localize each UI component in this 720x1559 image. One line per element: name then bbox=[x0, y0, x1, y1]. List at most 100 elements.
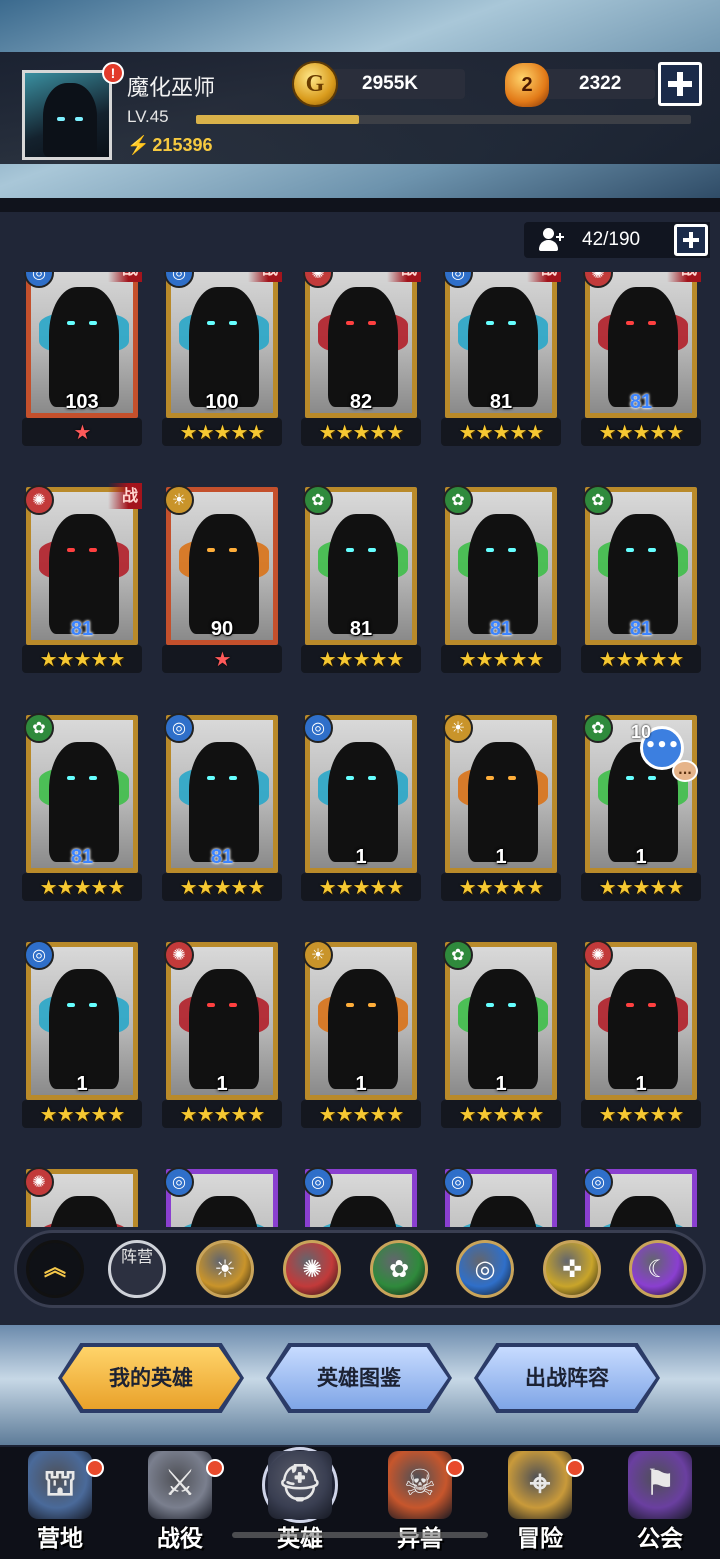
hero-card[interactable]: 100◎战★★★★★ bbox=[162, 272, 282, 448]
hero-level: 1 bbox=[495, 846, 507, 868]
hero-level: 81 bbox=[70, 618, 94, 640]
in-battle-tag: 战 bbox=[108, 483, 142, 509]
nav-label: 冒险 bbox=[517, 1526, 563, 1552]
nature-element-icon: ✿ bbox=[583, 713, 613, 743]
hero-star-rating: ★★★★★ bbox=[179, 875, 266, 899]
nature-element-icon: ✿ bbox=[24, 713, 54, 743]
gem-amount: 2322 bbox=[579, 73, 622, 94]
hero-card[interactable]: 1 ☀ ★★★★★ bbox=[301, 940, 421, 1130]
nav-item-camp[interactable]: ⛫ 营地 bbox=[0, 1447, 120, 1559]
water-element-icon: ◎ bbox=[303, 1167, 333, 1197]
hero-card[interactable]: ◎ bbox=[583, 1167, 697, 1227]
hero-star-rating: ★★★★★ bbox=[598, 875, 685, 899]
faction-filter-nature-icon[interactable]: ✿ bbox=[370, 1240, 428, 1298]
hero-card[interactable]: 81✺战★★★★★ bbox=[581, 272, 701, 448]
gem-currency-icon: 2 bbox=[505, 63, 549, 107]
hero-star-rating: ★★★★★ bbox=[39, 647, 126, 671]
player-level: LV.45 bbox=[127, 107, 169, 126]
hero-card[interactable]: 81 ✿ ★★★★★ bbox=[301, 485, 421, 675]
hero-star-rating: ★★★★★ bbox=[39, 875, 126, 899]
hero-star-rating: ★ bbox=[213, 647, 232, 671]
nav-item-hero[interactable]: ⛑ 英雄 bbox=[240, 1447, 360, 1559]
nav-notification-dot bbox=[446, 1459, 464, 1477]
faction-filter-dark-icon[interactable]: ☾ bbox=[629, 1240, 687, 1298]
hero-level: 81 bbox=[210, 846, 234, 868]
power-icon: ⚡ bbox=[127, 135, 150, 155]
hero-level: 100 bbox=[205, 391, 239, 413]
hero-level: 1 bbox=[635, 846, 647, 868]
hero-card[interactable]: 1 ◎ ★★★★★ bbox=[22, 940, 142, 1130]
hero-star-rating: ★★★★★ bbox=[39, 1102, 126, 1126]
beast-icon: ☠ bbox=[388, 1451, 452, 1519]
hero-card[interactable]: 81◎战★★★★★ bbox=[441, 272, 561, 448]
hero-card[interactable]: 90 ☀ ★ bbox=[162, 485, 282, 675]
hero-level: 1 bbox=[216, 1073, 228, 1095]
water-element-icon: ◎ bbox=[583, 1167, 613, 1197]
nature-element-icon: ✿ bbox=[443, 485, 473, 515]
in-battle-tag: 战 bbox=[667, 272, 701, 282]
nav-item-guild[interactable]: ⚑ 公会 bbox=[600, 1447, 720, 1559]
hero-card[interactable]: 81 ✿ ★★★★★ bbox=[581, 485, 701, 675]
hero-star-rating: ★★★★★ bbox=[458, 420, 545, 444]
in-battle-tag: 战 bbox=[248, 272, 282, 282]
player-avatar[interactable] bbox=[22, 70, 112, 160]
camp-icon: ⛫ bbox=[28, 1451, 92, 1519]
nav-item-campaign[interactable]: ⚔ 战役 bbox=[120, 1447, 240, 1559]
hero-card[interactable]: ◎ bbox=[443, 1167, 557, 1227]
user-plus-icon bbox=[538, 228, 564, 252]
collapse-filter-button[interactable]: ︽ bbox=[26, 1240, 84, 1298]
tab-battle-lineup[interactable]: 出战阵容 bbox=[478, 1347, 656, 1409]
gold-amount: 2955K bbox=[362, 73, 418, 94]
hero-card[interactable]: ✺ bbox=[24, 1167, 138, 1227]
hero-card[interactable]: 81 ✿ ★★★★★ bbox=[22, 713, 142, 903]
hero-card[interactable]: ◎ bbox=[303, 1167, 417, 1227]
water-element-icon: ◎ bbox=[443, 1167, 473, 1197]
hero-portrait: 81 bbox=[585, 272, 697, 418]
hero-level: 1 bbox=[355, 1073, 367, 1095]
fire-element-icon: ✺ bbox=[164, 940, 194, 970]
hero-level: 103 bbox=[65, 391, 99, 413]
fire-element-icon: ✺ bbox=[24, 1167, 54, 1197]
hero-star-rating: ★★★★★ bbox=[598, 1102, 685, 1126]
hero-card[interactable]: 1 ◎ ★★★★★ bbox=[301, 713, 421, 903]
faction-filter-water-icon[interactable]: ◎ bbox=[456, 1240, 514, 1298]
hero-card[interactable]: 1 ✺ ★★★★★ bbox=[162, 940, 282, 1130]
hero-card[interactable]: 1 ✿ ★★★★★ bbox=[441, 940, 561, 1130]
nav-notification-dot bbox=[566, 1459, 584, 1477]
nav-item-beast[interactable]: ☠ 异兽 bbox=[360, 1447, 480, 1559]
player-name: 魔化巫师 bbox=[127, 76, 216, 101]
tab-hero-codex[interactable]: 英雄图鉴 bbox=[270, 1347, 448, 1409]
nav-item-adventure[interactable]: ⌖ 冒险 bbox=[480, 1447, 600, 1559]
faction-filter-fire-icon[interactable]: ✺ bbox=[283, 1240, 341, 1298]
hero-level: 1 bbox=[76, 1073, 88, 1095]
faction-filter-holy-icon[interactable]: ✜ bbox=[543, 1240, 601, 1298]
hero-card[interactable]: 103◎战★ bbox=[22, 272, 142, 448]
faction-all-button[interactable]: 阵营 bbox=[108, 1240, 166, 1298]
hero-card[interactable]: 81 ✿ ★★★★★ bbox=[441, 485, 561, 675]
hero-card[interactable]: 1 ✺ ★★★★★ bbox=[581, 940, 701, 1130]
expand-hero-capacity-button[interactable] bbox=[674, 224, 708, 256]
tab-my-heroes[interactable]: 我的英雄 bbox=[62, 1347, 240, 1409]
hero-card[interactable]: 1 ☀ ★★★★★ bbox=[441, 713, 561, 903]
hero-level: 81 bbox=[629, 618, 653, 640]
light-element-icon: ☀ bbox=[303, 940, 333, 970]
water-element-icon: ◎ bbox=[164, 1167, 194, 1197]
hero-level: 81 bbox=[489, 618, 513, 640]
hero-star-rating: ★★★★★ bbox=[318, 647, 405, 671]
hero-star-rating: ★★★★★ bbox=[318, 420, 405, 444]
hero-level: 81 bbox=[70, 846, 94, 868]
hero-level: 1 bbox=[355, 846, 367, 868]
hero-level: 82 bbox=[349, 391, 373, 413]
hero-card[interactable]: 81 ◎ ★★★★★ bbox=[162, 713, 282, 903]
water-element-icon: ◎ bbox=[303, 713, 333, 743]
add-currency-button[interactable] bbox=[658, 62, 702, 106]
hero-portrait: 81 bbox=[445, 272, 557, 418]
avatar-notification-badge: ! bbox=[102, 62, 124, 84]
hero-card-grid: 103◎战★100◎战★★★★★82✺战★★★★★81◎战★★★★★81✺战★★… bbox=[0, 272, 720, 1227]
hero-card[interactable]: ◎ bbox=[164, 1167, 278, 1227]
chat-small-icon[interactable]: ... bbox=[672, 760, 698, 782]
hero-card[interactable]: 81✺战★★★★★ bbox=[22, 483, 142, 675]
hero-card[interactable]: 82✺战★★★★★ bbox=[301, 272, 421, 448]
faction-filter-light-icon[interactable]: ☀ bbox=[196, 1240, 254, 1298]
hero-portrait: 100 bbox=[166, 272, 278, 418]
